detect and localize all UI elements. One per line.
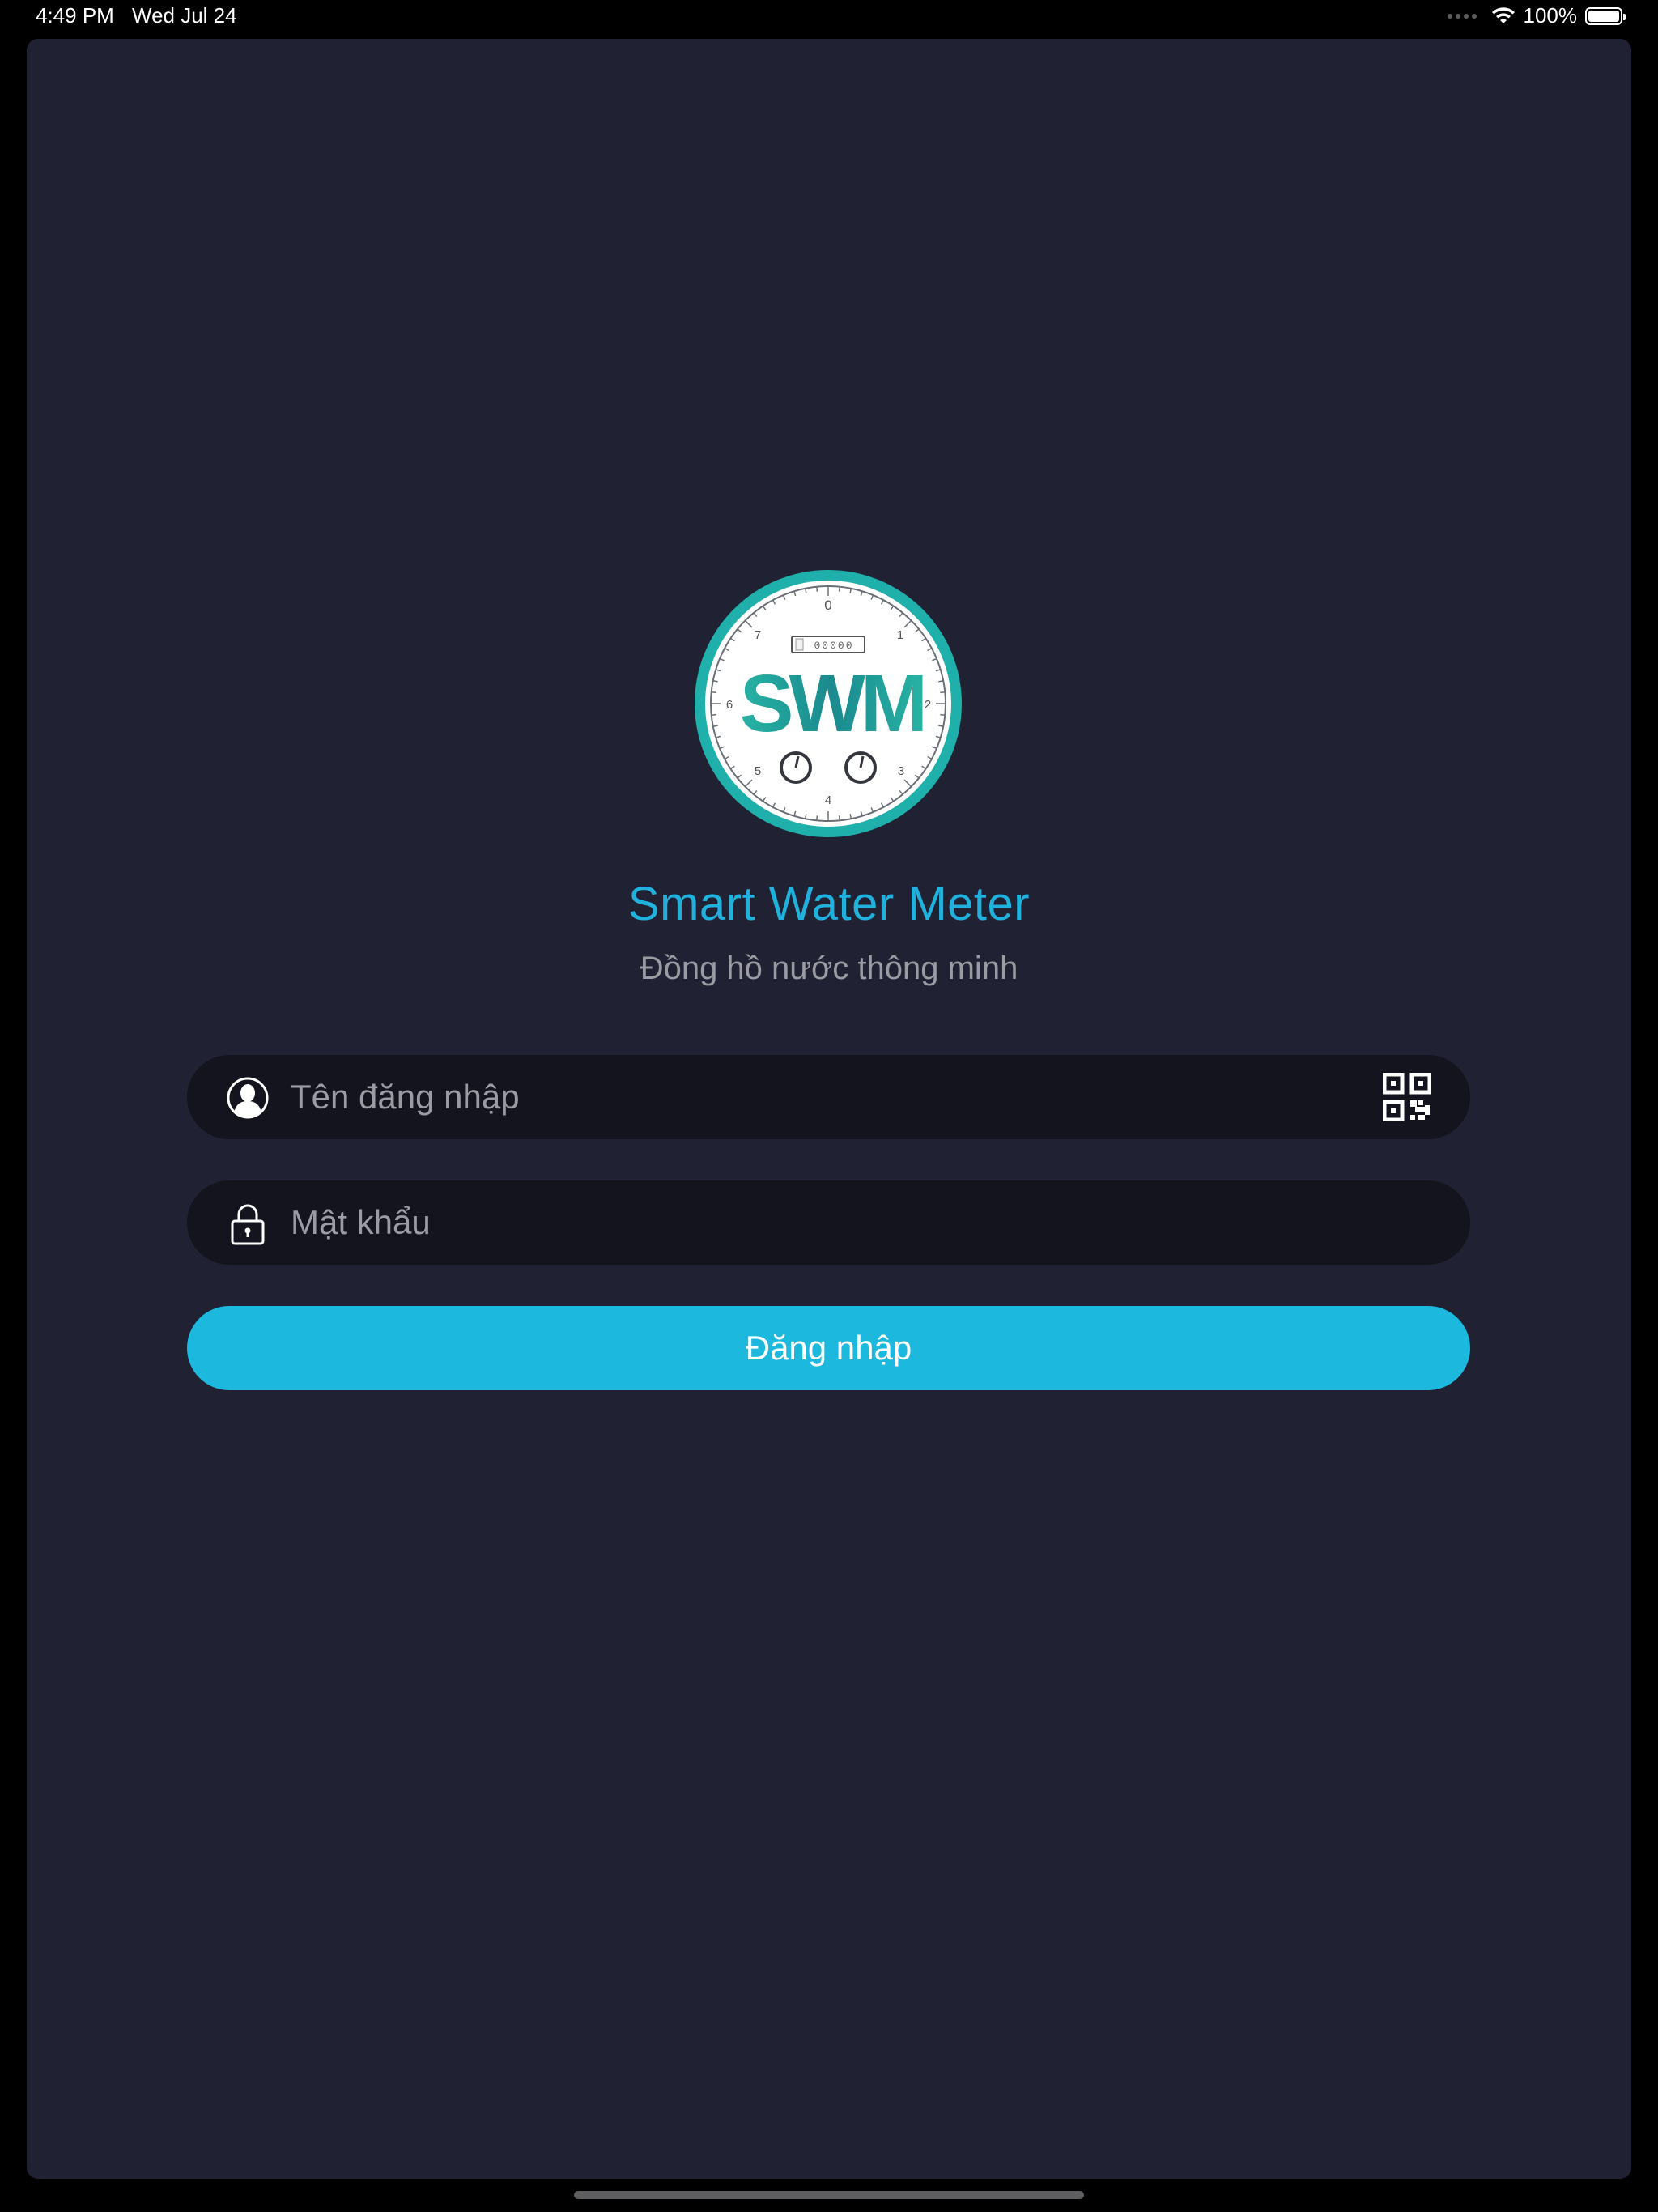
app-title: Smart Water Meter <box>627 878 1031 930</box>
svg-text:5: 5 <box>755 764 761 778</box>
username-field[interactable] <box>187 1055 1470 1139</box>
wifi-icon <box>1491 6 1515 23</box>
swm-logo: 0 1 2 3 4 5 6 7 00000 SWM <box>695 570 962 837</box>
svg-text:3: 3 <box>898 764 904 778</box>
status-date: Wed Jul 24 <box>132 3 237 28</box>
status-indicators: 100% <box>1447 3 1626 28</box>
qr-code-icon[interactable] <box>1383 1073 1431 1121</box>
user-icon <box>227 1077 269 1119</box>
svg-text:7: 7 <box>755 628 761 642</box>
password-input[interactable] <box>291 1180 1343 1265</box>
app-subtitle: Đồng hồ nước thông minh <box>640 951 1018 986</box>
status-bar: 4:49 PM Wed Jul 24 100% <box>0 0 1658 36</box>
lock-icon <box>231 1204 265 1245</box>
svg-text:SWM: SWM <box>740 658 923 749</box>
status-time: 4:49 PM <box>36 3 114 28</box>
svg-text:6: 6 <box>726 698 733 712</box>
svg-text:00000: 00000 <box>814 640 853 652</box>
svg-text:1: 1 <box>897 628 903 642</box>
svg-text:0: 0 <box>824 598 831 613</box>
cellular-dots-icon <box>1447 13 1477 19</box>
home-indicator <box>574 2191 1084 2199</box>
svg-text:2: 2 <box>925 698 931 712</box>
battery-icon <box>1585 6 1626 25</box>
password-field[interactable] <box>187 1180 1470 1265</box>
svg-text:4: 4 <box>825 793 831 807</box>
battery-percent: 100% <box>1523 3 1578 28</box>
username-input[interactable] <box>291 1055 1343 1139</box>
login-button[interactable]: Đăng nhập <box>187 1306 1470 1390</box>
